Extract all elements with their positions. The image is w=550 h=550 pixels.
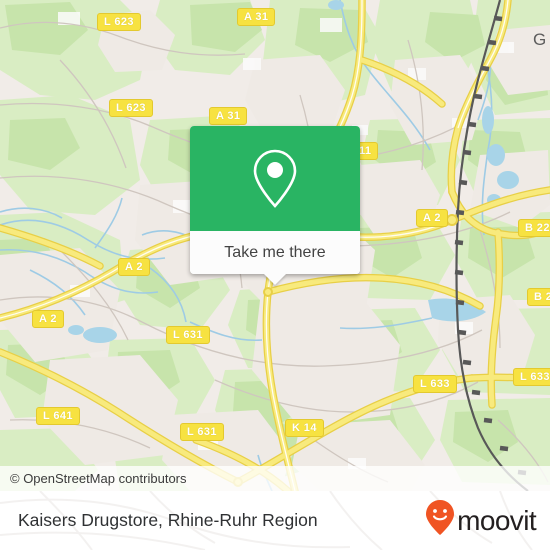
moovit-wordmark: moovit xyxy=(457,504,536,536)
road-shield[interactable]: K 14 xyxy=(285,419,324,437)
take-me-there-button[interactable]: Take me there xyxy=(190,231,360,274)
road-shield[interactable]: A 31 xyxy=(237,8,276,26)
road-shield[interactable]: A 2 xyxy=(118,258,150,276)
road-shield[interactable]: L 633 xyxy=(513,368,550,386)
road-shield[interactable]: A 2 xyxy=(32,310,64,328)
moovit-logo[interactable]: moovit xyxy=(424,491,537,550)
place-title: Kaisers Drugstore, Rhine-Ruhr Region xyxy=(18,510,318,530)
road-shield[interactable]: B 22 xyxy=(527,288,550,306)
bottom-info-bar: Kaisers Drugstore, Rhine-Ruhr Region moo… xyxy=(0,491,550,550)
osm-attribution[interactable]: © OpenStreetMap contributors xyxy=(0,466,550,491)
road-shield[interactable]: B 224 xyxy=(518,219,550,237)
road-shield[interactable]: L 623 xyxy=(97,13,141,31)
road-shield[interactable]: A 2 xyxy=(416,209,448,227)
road-shield[interactable]: L 633 xyxy=(413,375,457,393)
road-shield[interactable]: A 31 xyxy=(209,107,248,125)
road-shield[interactable]: L 631 xyxy=(166,326,210,344)
road-shield[interactable]: L 631 xyxy=(180,423,224,441)
map-screenshot: L 623 A 31 L 623 A 31 11 A 2 B 224 A 2 B… xyxy=(0,0,550,550)
popup-header xyxy=(190,126,360,231)
popup-tail-pointer xyxy=(264,274,286,285)
city-label: G xyxy=(533,30,547,49)
map-canvas[interactable]: L 623 A 31 L 623 A 31 11 A 2 B 224 A 2 B… xyxy=(0,0,550,491)
map-pin-icon xyxy=(251,148,299,210)
road-shield[interactable]: L 623 xyxy=(109,99,153,117)
moovit-pin-icon xyxy=(424,498,456,543)
road-shield[interactable]: L 641 xyxy=(36,407,80,425)
take-me-there-label: Take me there xyxy=(224,243,326,261)
place-popup-card[interactable]: Take me there xyxy=(190,126,360,285)
